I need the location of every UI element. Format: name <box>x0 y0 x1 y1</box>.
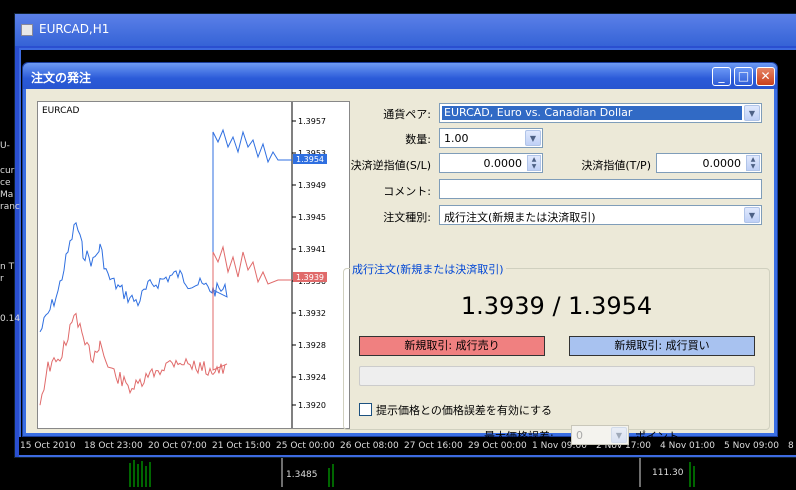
price-axis-label: 1.3932 <box>298 309 326 318</box>
tp-value: 0.0000 <box>702 157 742 170</box>
deviation-checkbox[interactable] <box>359 403 372 416</box>
chart-symbol: EURCAD <box>42 106 80 116</box>
order-dialog: 注文の発注 _ □ ✕ 1.3957 1.3953 1.3949 1.3945 1.39… <box>22 62 778 445</box>
execution-progress-bar <box>359 366 755 386</box>
order-type-label: 注文種別: <box>383 211 431 224</box>
left-panel-text: n T <box>0 262 15 272</box>
market-order-group: 成行注文(新規または決済取引) 1.3939 / 1.3954 新規取引: 成行… <box>343 261 770 445</box>
max-deviation-select[interactable]: 0 ▼ <box>571 425 629 445</box>
max-deviation-value: 0 <box>576 429 583 442</box>
sell-by-market-button[interactable]: 新規取引: 成行売り <box>359 336 545 356</box>
chevron-down-icon[interactable]: ▼ <box>744 105 760 121</box>
chevron-down-icon[interactable]: ▼ <box>525 130 541 146</box>
symbol-label: 通貨ペア: <box>383 108 431 121</box>
bottom-price-label: 1.3485 <box>286 470 318 480</box>
bottom-volume-bars <box>129 460 695 487</box>
maximize-button[interactable]: □ <box>734 67 753 86</box>
sl-value: 0.0000 <box>483 157 523 170</box>
price-axis-label: 1.3928 <box>298 341 326 350</box>
market-order-group-title: 成行注文(新規または決済取引) <box>350 261 506 277</box>
bid-ask-price: 1.3939 / 1.3954 <box>460 292 653 320</box>
price-axis-label: 1.3945 <box>298 213 326 222</box>
sl-spinner-icon[interactable]: ▲ ▼ <box>527 155 541 171</box>
left-panel-text: Ma <box>0 190 14 200</box>
time-axis-label: 5 Nov 09:00 <box>724 441 779 451</box>
chart-window-titlebar[interactable]: EURCAD,H1 <box>15 14 796 46</box>
max-deviation-label: 最大価格誤差: <box>484 430 554 443</box>
minimize-button[interactable]: _ <box>712 67 731 86</box>
left-panel-text: U- <box>0 141 10 151</box>
price-axis-label: 1.3920 <box>298 401 326 410</box>
time-axis-label: 18 Oct 23:00 <box>84 441 143 451</box>
time-axis-label: 25 Oct 00:00 <box>276 441 335 451</box>
tick-chart: 1.39571.39531.39491.39451.39411.39361.39… <box>37 101 350 429</box>
order-type-select[interactable]: 成行注文(新規または決済取引) ▼ <box>439 205 762 225</box>
left-panel-text: ce <box>0 178 11 188</box>
order-dialog-body: 1.39571.39531.39491.39451.39411.39361.39… <box>26 89 774 445</box>
chevron-down-icon[interactable]: ▼ <box>611 427 627 443</box>
left-panel-text: 0.14 <box>0 314 21 324</box>
chart-window-title: EURCAD,H1 <box>39 22 110 36</box>
chart-window-icon <box>21 24 33 36</box>
left-panel-text: cur <box>0 166 15 176</box>
price-axis-label: 1.3949 <box>298 181 326 190</box>
left-panel-text: r <box>0 274 4 284</box>
buy-by-market-button[interactable]: 新規取引: 成行買い <box>569 336 755 356</box>
order-type-value: 成行注文(新規または決済取引) <box>444 211 596 224</box>
bottom-chart-strip: 1.3485 111.30 <box>0 458 796 487</box>
tick-chart-canvas: 1.39571.39531.39491.39451.39411.39361.39… <box>39 102 327 428</box>
comment-label: コメント: <box>383 185 431 198</box>
close-button[interactable]: ✕ <box>756 67 775 86</box>
chevron-down-icon[interactable]: ▼ <box>744 207 760 223</box>
symbol-select[interactable]: EURCAD, Euro vs. Canadian Dollar ▼ <box>439 103 762 123</box>
comment-input[interactable] <box>439 179 762 199</box>
price-axis-label: 1.3941 <box>298 245 326 254</box>
time-axis: 15 Oct 2010 18 Oct 23:00 20 Oct 07:00 21… <box>19 437 796 455</box>
points-label: ポイント <box>635 430 679 443</box>
tp-spinner-icon[interactable]: ▲ ▼ <box>746 155 760 171</box>
time-axis-label: 21 Oct 15:00 <box>212 441 271 451</box>
time-axis-label: 26 Oct 08:00 <box>340 441 399 451</box>
bottom-value-label: 111.30 <box>652 468 684 478</box>
time-axis-label: 27 Oct 16:00 <box>404 441 463 451</box>
order-dialog-title: 注文の発注 <box>31 71 92 85</box>
time-axis-label: 15 Oct 2010 <box>20 441 76 451</box>
ask-price-line <box>39 128 292 333</box>
sl-input[interactable]: 0.0000 ▲ ▼ <box>439 153 543 173</box>
volume-select[interactable]: 1.00 ▼ <box>439 128 543 148</box>
bid-price-tag-label: 1.3939 <box>296 273 324 282</box>
left-panel: U- cur ce Ma ranc n T r 0.14 <box>0 86 20 326</box>
price-axis-label: 1.3924 <box>298 373 326 382</box>
ask-price-tag-label: 1.3954 <box>296 155 324 164</box>
price-axis-label: 1.3957 <box>298 117 326 126</box>
left-panel-text: ranc <box>0 202 20 212</box>
deviation-checkbox-label: 提示価格との価格誤差を有効にする <box>376 404 552 417</box>
tp-label: 決済指値(T/P) <box>581 159 651 172</box>
volume-value: 1.00 <box>444 132 469 145</box>
time-axis-label: 20 Oct 07:00 <box>148 441 207 451</box>
bottom-chart-graphics: 1.3485 111.30 <box>129 458 695 487</box>
time-axis-label: 8 <box>788 441 794 451</box>
sl-label: 決済逆指値(S/L) <box>350 159 431 172</box>
symbol-select-value: EURCAD, Euro vs. Canadian Dollar <box>442 106 742 120</box>
volume-label: 数量: <box>405 133 431 146</box>
bid-price-line <box>39 245 292 406</box>
tp-input[interactable]: 0.0000 ▲ ▼ <box>656 153 762 173</box>
order-dialog-titlebar[interactable]: 注文の発注 <box>23 63 777 89</box>
